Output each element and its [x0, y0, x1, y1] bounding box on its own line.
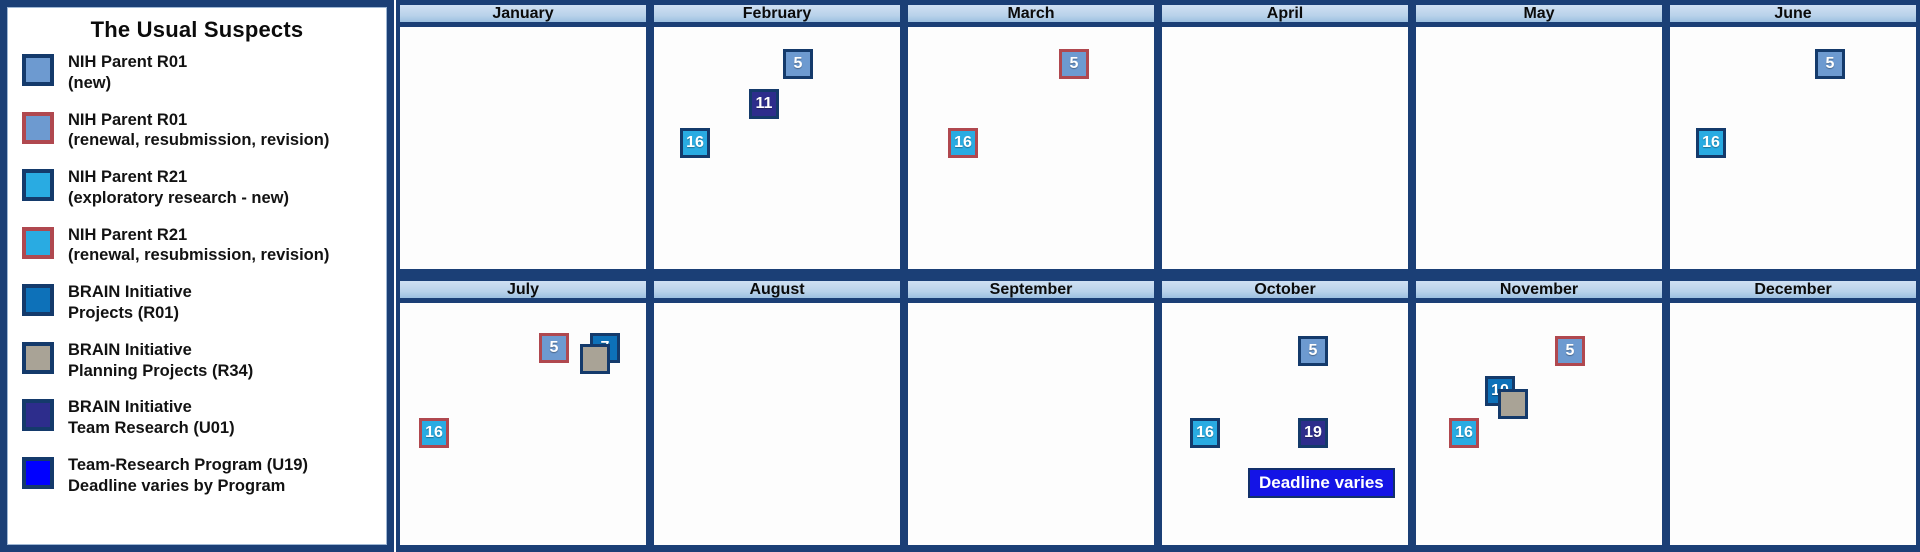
month-cell-march[interactable]: 5 16	[904, 27, 1158, 276]
deadline-marker-brain-initiative-planning-r34[interactable]	[1498, 389, 1528, 419]
legend-label-nih-parent-r01-renewal: NIH Parent R01 (renewal, resubmission, re…	[68, 108, 380, 152]
month-cell-december[interactable]	[1666, 303, 1920, 552]
legend-item-nih-parent-r01-renewal: NIH Parent R01 (renewal, resubmission, re…	[8, 108, 386, 152]
legend-label-line1: BRAIN Initiative	[68, 340, 192, 359]
month-header-row: January February March April May June	[396, 0, 1920, 27]
deadline-marker-nih-parent-r01-new[interactable]: 5	[1815, 49, 1845, 79]
legend-label-team-research-program-u19: Team-Research Program (U19) Deadline vari…	[68, 453, 380, 497]
legend-label-brain-initiative-planning-r34: BRAIN Initiative Planning Projects (R34)	[68, 338, 380, 382]
month-header-january[interactable]: January	[396, 0, 650, 27]
deadline-marker-nih-parent-r21-renewal[interactable]: 16	[1449, 418, 1479, 448]
legend-label-line2: Deadline varies by Program	[68, 476, 286, 495]
calendar-row-1: January February March April May June 5 11 16 5 16…	[396, 0, 1920, 276]
legend-label-line1: NIH Parent R21	[68, 225, 188, 244]
legend-label-line1: NIH Parent R21	[68, 168, 188, 187]
month-header-september[interactable]: September	[904, 276, 1158, 303]
month-header-may[interactable]: May	[1412, 0, 1666, 27]
month-header-december[interactable]: December	[1666, 276, 1920, 303]
month-header-february[interactable]: February	[650, 0, 904, 27]
legend-swatch-nih-parent-r01-renewal-icon	[22, 111, 54, 144]
legend-label-line2: Planning Projects (R34)	[68, 361, 254, 380]
month-header-row: July August September October November Decemb…	[396, 276, 1920, 303]
deadline-marker-nih-parent-r21-renewal[interactable]: 16	[419, 418, 449, 448]
legend-swatch-team-research-program-u19-icon	[22, 456, 54, 489]
month-cell-january[interactable]	[396, 27, 650, 276]
legend-label-brain-initiative-projects-r01: BRAIN Initiative Projects (R01)	[68, 280, 380, 324]
legend-item-brain-initiative-projects-r01: BRAIN Initiative Projects (R01)	[8, 280, 386, 324]
deadline-marker-nih-parent-r21-new[interactable]: 16	[1696, 128, 1726, 158]
month-header-june[interactable]: June	[1666, 0, 1920, 27]
deadline-marker-nih-parent-r01-new[interactable]: 5	[1298, 336, 1328, 366]
legend-swatch-brain-initiative-planning-r34-icon	[22, 341, 54, 374]
calendar-grid: January February March April May June 5 11 16 5 16…	[396, 0, 1920, 552]
legend-label-line2: (new)	[68, 73, 112, 92]
legend-item-nih-parent-r21-new: NIH Parent R21 (exploratory research - ne…	[8, 165, 386, 209]
month-cell-april[interactable]	[1158, 27, 1412, 276]
deadline-marker-brain-initiative-team-research-u01[interactable]: 11	[749, 89, 779, 119]
month-header-august[interactable]: August	[650, 276, 904, 303]
deadline-marker-nih-parent-r21-new[interactable]: 16	[1190, 418, 1220, 448]
calendar-row-2: July August September October November Decemb…	[396, 276, 1920, 552]
legend-label-line2: (renewal, resubmission, revision)	[68, 246, 330, 265]
month-header-october[interactable]: October	[1158, 276, 1412, 303]
deadline-marker-brain-initiative-team-research-u01[interactable]: 19	[1298, 418, 1328, 448]
month-header-april[interactable]: April	[1158, 0, 1412, 27]
legend-label-line1: Team-Research Program (U19)	[68, 455, 308, 474]
legend-label-line2: Projects (R01)	[68, 304, 179, 323]
legend-label-line1: NIH Parent R01	[68, 110, 188, 129]
legend-label-line2: (renewal, resubmission, revision)	[68, 131, 330, 150]
month-header-november[interactable]: November	[1412, 276, 1666, 303]
legend-item-nih-parent-r21-renewal: NIH Parent R21 (renewal, resubmission, re…	[8, 223, 386, 267]
month-cells-row: 5 11 16 5 16 5 16	[396, 27, 1920, 276]
month-header-march[interactable]: March	[904, 0, 1158, 27]
legend-label-line1: BRAIN Initiative	[68, 283, 192, 302]
legend-item-brain-initiative-planning-r34: BRAIN Initiative Planning Projects (R34)	[8, 338, 386, 382]
legend-swatch-nih-parent-r21-new-icon	[22, 169, 54, 202]
month-cell-july[interactable]: 5716	[396, 303, 650, 552]
month-cell-february[interactable]: 5 11 16	[650, 27, 904, 276]
legend-title: The Usual Suspects	[90, 17, 304, 42]
month-cell-june[interactable]: 5 16	[1666, 27, 1920, 276]
legend-label-nih-parent-r01-new: NIH Parent R01 (new)	[68, 50, 380, 94]
legend-label-nih-parent-r21-new: NIH Parent R21 (exploratory research - ne…	[68, 165, 380, 209]
legend-label-line2: Team Research (U01)	[68, 419, 235, 438]
month-cell-august[interactable]	[650, 303, 904, 552]
legend-swatch-brain-initiative-projects-r01-icon	[22, 284, 54, 317]
month-header-july[interactable]: July	[396, 276, 650, 303]
legend-panel: The Usual Suspects NIH Parent R01 (new) NI…	[0, 0, 394, 552]
legend-label-line1: NIH Parent R01	[68, 53, 188, 71]
month-cell-october[interactable]: 5 16 19 Deadline varies	[1158, 303, 1412, 552]
deadline-marker-nih-parent-r21-new[interactable]: 16	[680, 128, 710, 158]
legend-swatch-nih-parent-r21-renewal-icon	[22, 226, 54, 259]
deadline-varies-badge[interactable]: Deadline varies	[1248, 468, 1395, 498]
legend-inner: The Usual Suspects NIH Parent R01 (new) NI…	[7, 7, 387, 545]
legend-swatch-nih-parent-r01-new-icon	[22, 54, 54, 86]
legend-item-brain-initiative-team-research-u01: BRAIN Initiative Team Research (U01)	[8, 395, 386, 439]
calendar-page: The Usual Suspects NIH Parent R01 (new) NI…	[0, 0, 1920, 552]
deadline-marker-nih-parent-r01-renewal[interactable]: 5	[1059, 49, 1089, 79]
month-cells-row: 571651619Deadline varies51016	[396, 303, 1920, 552]
legend-label-brain-initiative-team-research-u01: BRAIN Initiative Team Research (U01)	[68, 395, 380, 439]
legend-swatch-brain-initiative-team-research-u01-icon	[22, 399, 54, 432]
deadline-marker-nih-parent-r01-renewal[interactable]: 5	[1555, 336, 1585, 366]
deadline-marker-nih-parent-r01-new[interactable]: 5	[783, 49, 813, 79]
month-cell-september[interactable]	[904, 303, 1158, 552]
month-cell-may[interactable]	[1412, 27, 1666, 276]
deadline-marker-brain-initiative-planning-r34[interactable]	[580, 344, 610, 374]
legend-item-nih-parent-r01-new: NIH Parent R01 (new)	[8, 50, 386, 94]
legend-list: NIH Parent R01 (new) NIH Parent R01 (renewa…	[8, 45, 386, 497]
legend-label-line1: BRAIN Initiative	[68, 398, 192, 417]
month-cell-november[interactable]: 51016	[1412, 303, 1666, 552]
legend-item-team-research-program-u19: Team-Research Program (U19) Deadline vari…	[8, 453, 386, 497]
deadline-marker-nih-parent-r21-renewal[interactable]: 16	[948, 128, 978, 158]
deadline-marker-nih-parent-r01-renewal[interactable]: 5	[539, 333, 569, 363]
legend-label-nih-parent-r21-renewal: NIH Parent R21 (renewal, resubmission, re…	[68, 223, 380, 267]
legend-label-line2: (exploratory research - new)	[68, 188, 289, 207]
